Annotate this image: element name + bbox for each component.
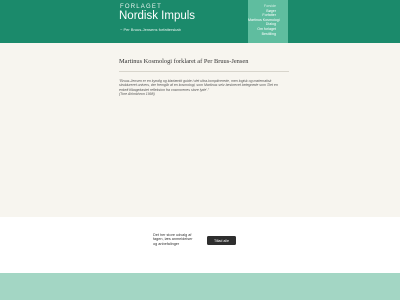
site-footer bbox=[0, 273, 400, 300]
site-title[interactable]: Nordisk Impuls bbox=[119, 10, 195, 22]
page-title: Martinus Kosmologi forklaret af Per Bruu… bbox=[119, 58, 249, 65]
title-divider bbox=[119, 71, 289, 72]
quote-block: "Bruus-Jensen er en kyndig og klartænkt … bbox=[119, 79, 284, 97]
main-nav: Forside Bøger Forfatter Martinus Kosmolo… bbox=[248, 0, 288, 43]
quote-text: "Bruus-Jensen er en kyndig og klartænkt … bbox=[119, 79, 278, 92]
main-content: Martinus Kosmologi forklaret af Per Bruu… bbox=[119, 58, 289, 97]
site-header: FORLAGET Nordisk Impuls ~ Per Bruus-Jens… bbox=[0, 0, 400, 43]
cookie-message: Det her store udvalg af fagen, læs anmel… bbox=[153, 233, 193, 246]
quote-source: (Tore Ahlmbhron 1998) bbox=[119, 92, 155, 97]
nav-item-bestilling[interactable]: Bestilling bbox=[248, 32, 288, 37]
cookie-banner: Det her store udvalg af fagen, læs anmel… bbox=[0, 217, 400, 273]
site-tagline: ~ Per Bruus-Jensens forfatterskab bbox=[120, 27, 181, 32]
accept-cookies-button[interactable]: Tillad alle bbox=[207, 236, 236, 245]
